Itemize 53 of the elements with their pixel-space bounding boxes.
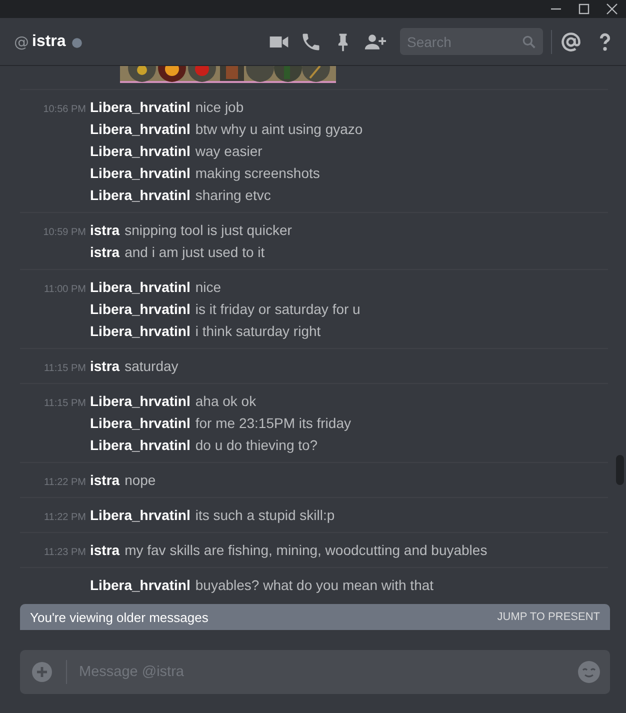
username[interactable]: Libera_hrvatinl (90, 96, 190, 118)
username[interactable]: Libera_hrvatinl (90, 162, 190, 184)
message-text: sharing etvc (195, 186, 271, 205)
mention-icon[interactable] (560, 30, 582, 52)
channel-name: istra (32, 32, 66, 50)
username[interactable]: Libera_hrvatinl (90, 184, 190, 206)
username[interactable]: Libera_hrvatinl (90, 276, 190, 298)
message-text: snipping tool is just quicker (124, 221, 292, 240)
username[interactable]: istra (90, 241, 120, 263)
message-text: nice job (195, 98, 244, 117)
username[interactable]: istra (90, 539, 120, 561)
message-text: is it friday or saturday for u (195, 300, 360, 319)
username[interactable]: Libera_hrvatinl (90, 140, 190, 162)
message-text: my fav skills are fishing, mining, woodcutting and buyables (124, 541, 488, 560)
message-text: i think saturday right (195, 322, 321, 341)
timestamp: 11:15 PM (42, 362, 86, 376)
username[interactable]: Libera_hrvatinl (90, 390, 190, 412)
message-text: nope (124, 471, 156, 490)
username[interactable]: Libera_hrvatinl (90, 434, 190, 456)
message-text: do u do thieving to? (195, 436, 318, 455)
message-text: for me 23:15PM its friday (195, 414, 351, 433)
message-text: its such a stupid skill:p (195, 506, 335, 525)
username[interactable]: Libera_hrvatinl (90, 574, 190, 596)
message-text: nice (195, 278, 222, 297)
username[interactable]: Libera_hrvatinl (90, 504, 190, 526)
username[interactable]: istra (90, 355, 120, 377)
message-text: buyables? what do you mean with that (195, 576, 434, 595)
timestamp: 10:56 PM (42, 103, 86, 117)
message-text: making screenshots (195, 164, 320, 183)
username[interactable]: Libera_hrvatinl (90, 320, 190, 342)
username[interactable]: istra (90, 219, 120, 241)
message-text: btw why u aint using gyazo (195, 120, 363, 139)
at-sign: @ (14, 32, 29, 50)
timestamp: 11:23 PM (42, 546, 86, 560)
username[interactable]: istra (90, 469, 120, 491)
banner-text: You're viewing older messages (30, 610, 208, 624)
search-icon (521, 34, 537, 50)
close-icon[interactable] (606, 3, 618, 15)
timestamp: 11:00 PM (42, 283, 86, 297)
username[interactable]: Libera_hrvatinl (90, 412, 190, 434)
message-text: way easier (195, 142, 262, 161)
status-dot-icon (72, 38, 82, 48)
message-text: saturday (124, 357, 178, 376)
timestamp: 10:59 PM (42, 226, 86, 240)
timestamp: 11:22 PM (42, 511, 86, 525)
scrollbar-thumb[interactable] (616, 455, 624, 485)
message-text: aha ok ok (195, 392, 256, 411)
username[interactable]: Libera_hrvatinl (90, 298, 190, 320)
timestamp: 11:22 PM (42, 476, 86, 490)
username[interactable]: Libera_hrvatinl (90, 118, 190, 140)
maximize-icon[interactable] (578, 3, 590, 15)
message-text: and i am just used to it (124, 243, 265, 262)
timestamp: 11:15 PM (42, 397, 86, 411)
